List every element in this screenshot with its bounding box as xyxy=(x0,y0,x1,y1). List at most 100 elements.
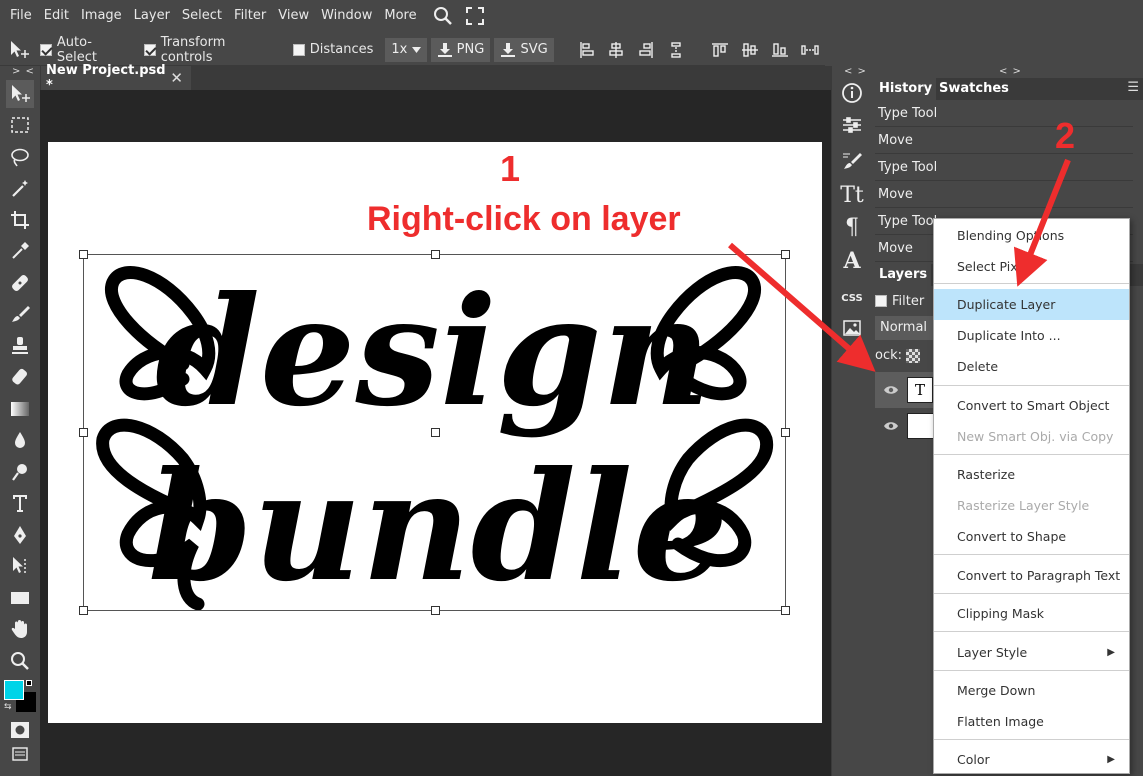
transform-bounding-box[interactable] xyxy=(79,250,790,615)
marquee-tool-icon[interactable] xyxy=(6,111,34,139)
dodge-tool-icon[interactable] xyxy=(6,458,34,486)
layer-row-text[interactable]: T xyxy=(875,372,939,408)
menu-item-flatten-image[interactable]: Flatten Image xyxy=(934,706,1129,737)
blend-mode-select[interactable]: Normal xyxy=(875,316,935,340)
close-icon[interactable]: ✕ xyxy=(170,69,183,87)
distances-checkbox[interactable]: Distances xyxy=(292,42,373,57)
menu-item-blending-options[interactable]: Blending Options xyxy=(934,220,1129,251)
menu-window[interactable]: Window xyxy=(315,0,378,32)
menu-select[interactable]: Select xyxy=(176,0,228,32)
menu-filter[interactable]: Filter xyxy=(228,0,272,32)
menu-item-rasterize-layer-style[interactable]: Rasterize Layer Style xyxy=(934,490,1129,521)
menu-item-convert-paragraph-text[interactable]: Convert to Paragraph Text xyxy=(934,560,1129,591)
eraser-tool-icon[interactable] xyxy=(6,363,34,391)
transform-handle[interactable] xyxy=(431,250,440,259)
tab-swatches[interactable]: Swatches xyxy=(935,78,1013,100)
character-icon[interactable]: Tt xyxy=(839,182,865,208)
history-item[interactable]: Type Tool xyxy=(875,100,1133,127)
menu-view[interactable]: View xyxy=(272,0,315,32)
menu-item-color[interactable]: Color ▶ xyxy=(934,744,1129,775)
crop-tool-icon[interactable] xyxy=(6,206,34,234)
menu-file[interactable]: File xyxy=(4,0,38,32)
foreground-color-swatch[interactable] xyxy=(4,680,24,700)
menu-layer[interactable]: Layer xyxy=(128,0,176,32)
stamp-tool-icon[interactable] xyxy=(6,332,34,360)
auto-select-checkbox[interactable]: Auto-Select xyxy=(39,35,132,65)
pen-tool-icon[interactable] xyxy=(6,521,34,549)
export-png-button[interactable]: PNG xyxy=(430,37,491,62)
collapse-toggle[interactable]: < > xyxy=(844,66,867,77)
transform-handle[interactable] xyxy=(79,428,88,437)
menu-item-duplicate-layer[interactable]: Duplicate Layer xyxy=(934,289,1129,320)
menu-item-merge-down[interactable]: Merge Down xyxy=(934,675,1129,706)
info-icon[interactable] xyxy=(839,80,865,106)
type-tool-icon[interactable] xyxy=(6,489,34,517)
transform-handle[interactable] xyxy=(431,428,440,437)
path-select-icon[interactable] xyxy=(6,552,34,580)
menu-item-new-smart-obj-via-copy[interactable]: New Smart Obj. via Copy xyxy=(934,421,1129,452)
distribute-v-icon[interactable] xyxy=(667,41,685,59)
align-center-h-icon[interactable] xyxy=(608,41,626,59)
layer-row-background[interactable] xyxy=(875,408,939,444)
transform-handle[interactable] xyxy=(781,250,790,259)
transform-handle[interactable] xyxy=(781,428,790,437)
adjustments-icon[interactable] xyxy=(839,112,865,138)
default-colors-icon[interactable] xyxy=(26,680,32,686)
menu-item-convert-smart-object[interactable]: Convert to Smart Object xyxy=(934,390,1129,421)
healing-brush-icon[interactable] xyxy=(6,269,34,297)
gradient-tool-icon[interactable] xyxy=(6,395,34,423)
align-middle-icon[interactable] xyxy=(741,41,759,59)
swap-colors-icon[interactable]: ⇆ xyxy=(4,702,12,712)
align-bottom-icon[interactable] xyxy=(771,41,789,59)
menu-item-layer-style[interactable]: Layer Style ▶ xyxy=(934,637,1129,668)
menu-item-duplicate-into[interactable]: Duplicate Into ... xyxy=(934,320,1129,351)
layer-filter[interactable]: Filter xyxy=(875,290,924,312)
tab-history[interactable]: History xyxy=(875,78,937,100)
rectangle-tool-icon[interactable] xyxy=(6,584,34,612)
align-top-icon[interactable] xyxy=(711,41,729,59)
transform-handle[interactable] xyxy=(431,606,440,615)
menu-image[interactable]: Image xyxy=(75,0,128,32)
export-svg-button[interactable]: SVG xyxy=(494,37,554,62)
brush-tool-icon[interactable] xyxy=(6,300,34,328)
menu-item-select-pixels[interactable]: Select Pixels xyxy=(934,251,1129,282)
menu-more[interactable]: More xyxy=(378,0,422,32)
brush-settings-icon[interactable] xyxy=(839,148,865,174)
lock-transparency-icon[interactable] xyxy=(906,348,921,363)
collapse-toggle[interactable]: < > xyxy=(999,66,1022,77)
transform-controls-checkbox[interactable]: Transform controls xyxy=(143,35,281,65)
transform-handle[interactable] xyxy=(79,606,88,615)
menu-edit[interactable]: Edit xyxy=(38,0,75,32)
move-tool-icon[interactable] xyxy=(6,80,34,108)
image-icon[interactable] xyxy=(839,315,865,341)
glyphs-icon[interactable]: A xyxy=(839,248,865,274)
eyedropper-icon[interactable] xyxy=(6,237,34,265)
transform-handle[interactable] xyxy=(79,250,88,259)
history-item[interactable]: Move xyxy=(875,181,1133,208)
screen-mode-icon[interactable] xyxy=(6,740,34,768)
tab-layers[interactable]: Layers xyxy=(875,264,932,286)
history-item[interactable]: Type Tool xyxy=(875,154,1133,181)
zoom-select[interactable]: 1x xyxy=(385,37,427,62)
history-item[interactable]: Move xyxy=(875,127,1133,154)
menu-item-convert-to-shape[interactable]: Convert to Shape xyxy=(934,521,1129,552)
eye-icon[interactable] xyxy=(883,420,899,432)
panel-menu-icon[interactable]: ☰ xyxy=(1127,80,1139,95)
align-left-icon[interactable] xyxy=(578,41,596,59)
search-icon[interactable] xyxy=(431,4,455,28)
blur-tool-icon[interactable] xyxy=(6,426,34,454)
paragraph-icon[interactable]: ¶ xyxy=(839,214,865,240)
fullscreen-icon[interactable] xyxy=(463,4,487,28)
collapse-toggle[interactable]: > < xyxy=(12,66,35,77)
zoom-tool-icon[interactable] xyxy=(6,647,34,675)
align-right-icon[interactable] xyxy=(637,41,655,59)
css-icon[interactable]: CSS xyxy=(839,285,865,311)
color-swatches[interactable]: ⇆ xyxy=(4,680,38,714)
document-tab[interactable]: New Project.psd * ✕ xyxy=(41,63,191,93)
menu-item-clipping-mask[interactable]: Clipping Mask xyxy=(934,598,1129,629)
transform-handle[interactable] xyxy=(781,606,790,615)
magic-wand-icon[interactable] xyxy=(6,174,34,202)
lasso-tool-icon[interactable] xyxy=(6,143,34,171)
hand-tool-icon[interactable] xyxy=(6,615,34,643)
menu-item-rasterize[interactable]: Rasterize xyxy=(934,459,1129,490)
